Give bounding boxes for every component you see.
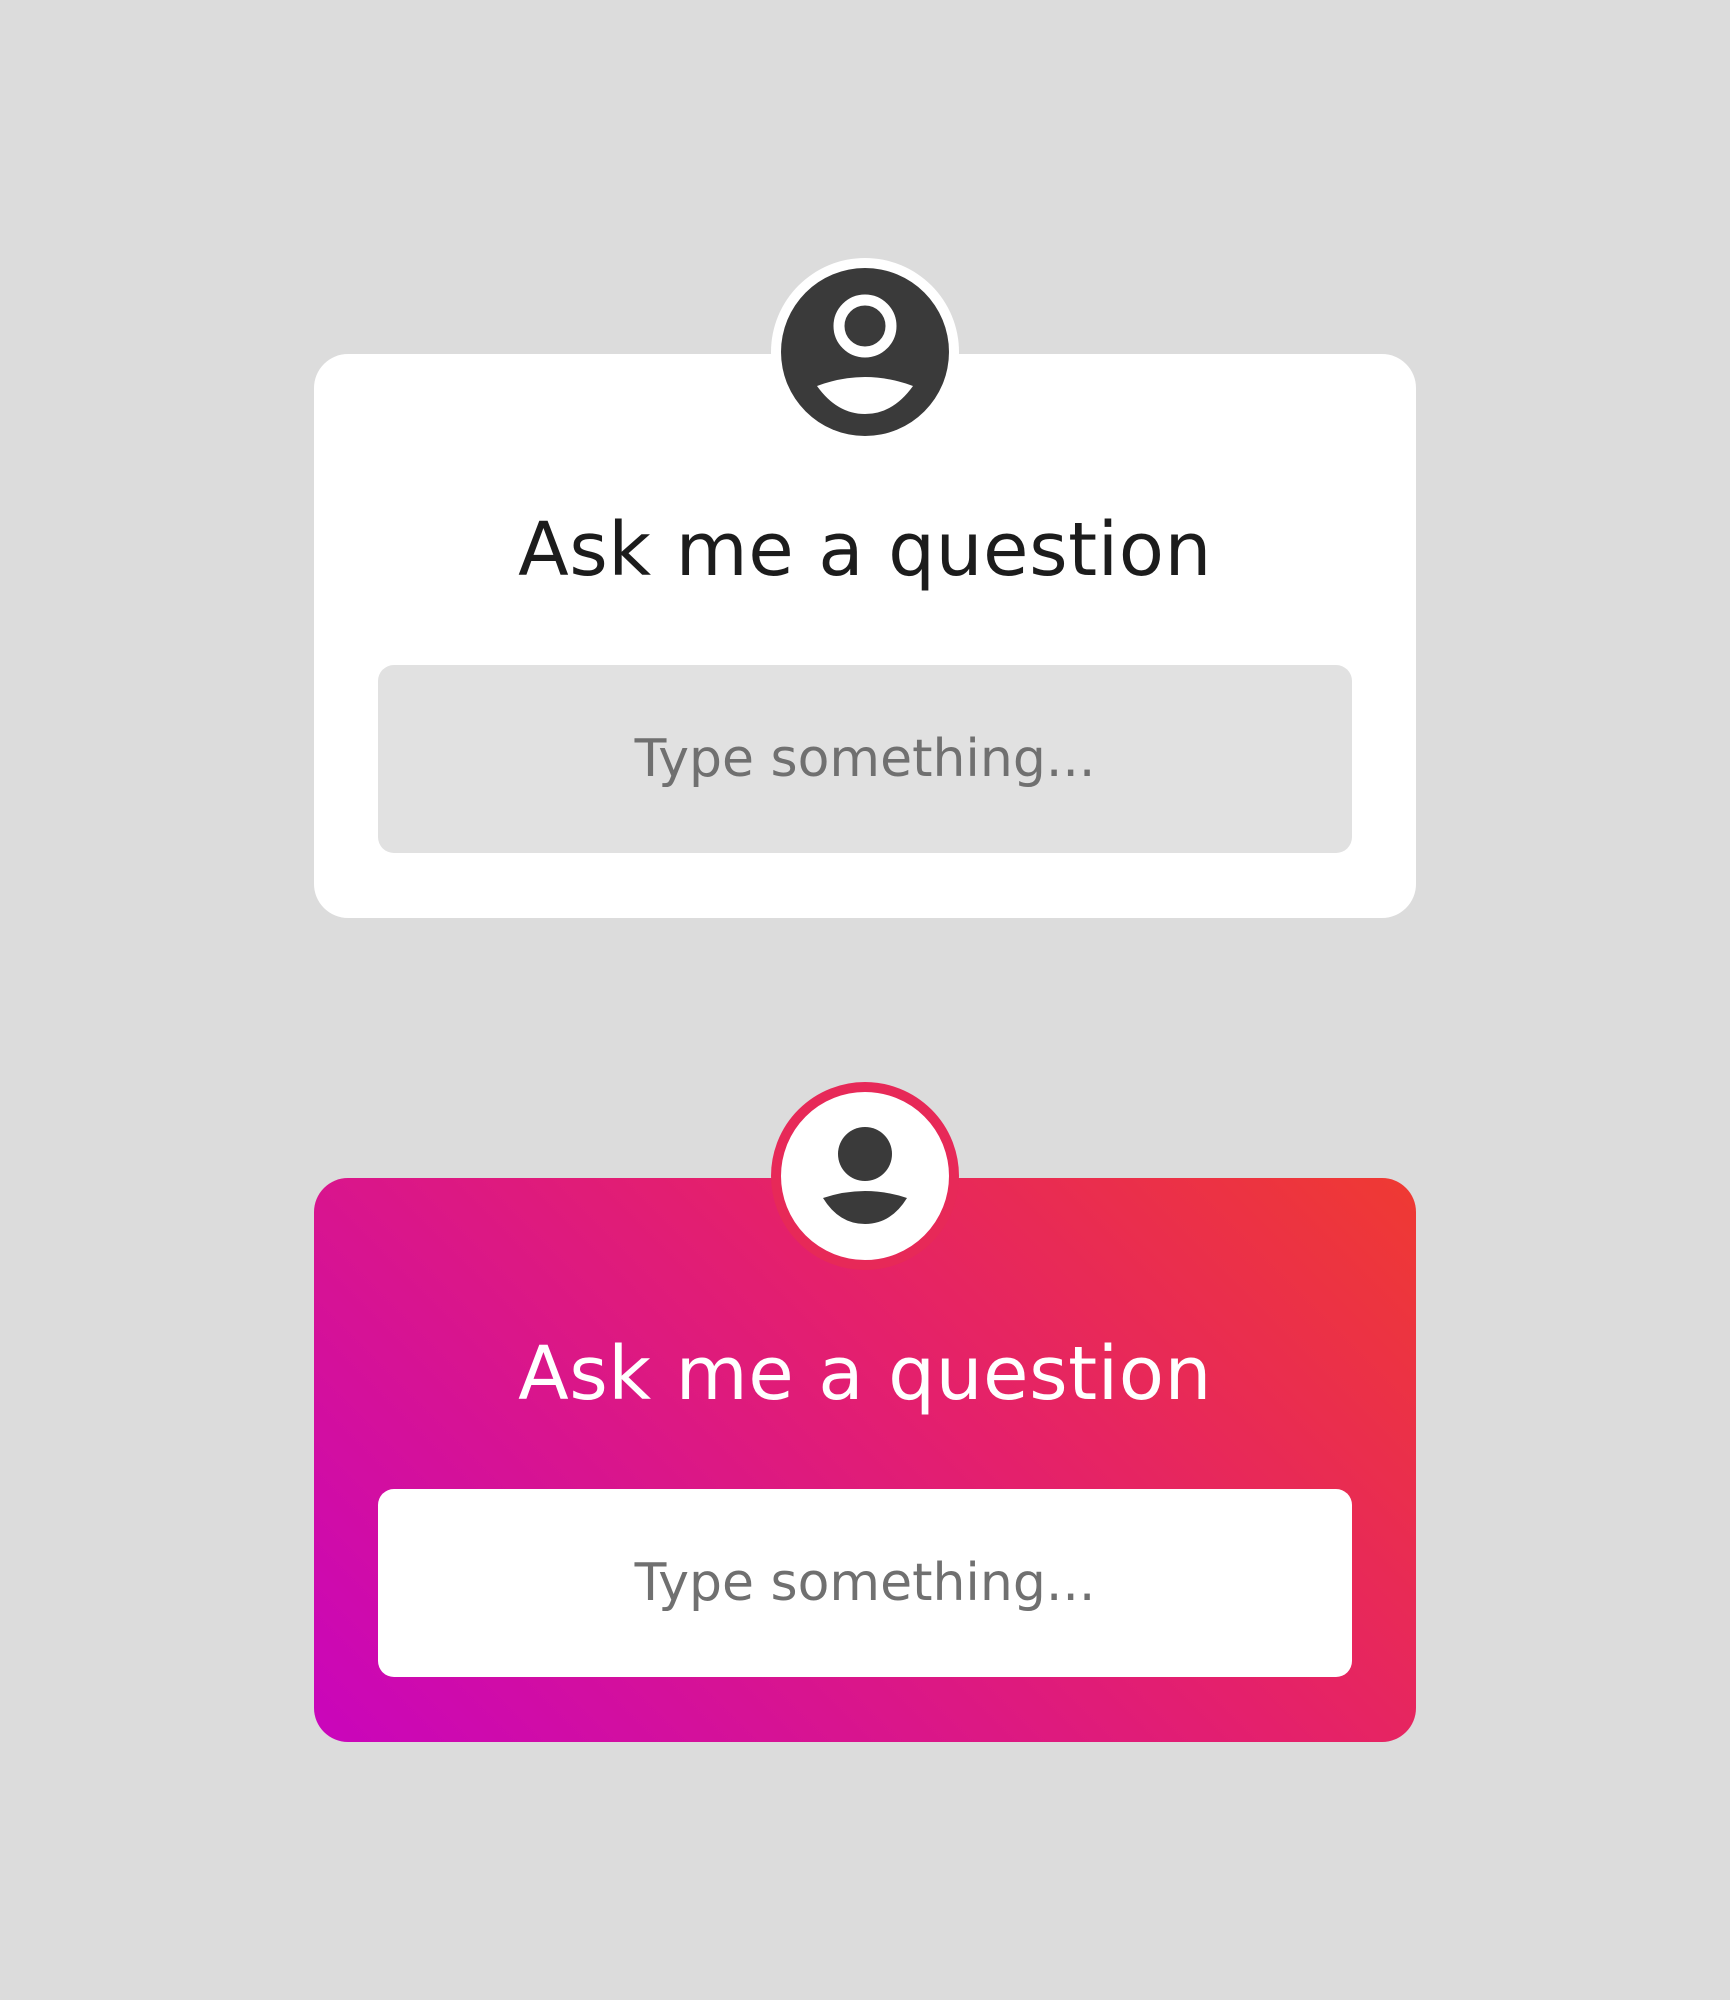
avatar (771, 258, 959, 446)
answer-input[interactable] (378, 665, 1352, 853)
user-avatar-icon (823, 1127, 907, 1224)
user-avatar-icon (781, 268, 949, 436)
answer-input[interactable] (378, 1489, 1352, 1677)
prompt-title: Ask me a question (518, 1331, 1212, 1417)
avatar (771, 1082, 959, 1270)
question-sticker-gradient: Ask me a question (314, 1082, 1416, 1742)
prompt-title: Ask me a question (518, 507, 1212, 593)
question-sticker-white: Ask me a question (314, 258, 1416, 918)
